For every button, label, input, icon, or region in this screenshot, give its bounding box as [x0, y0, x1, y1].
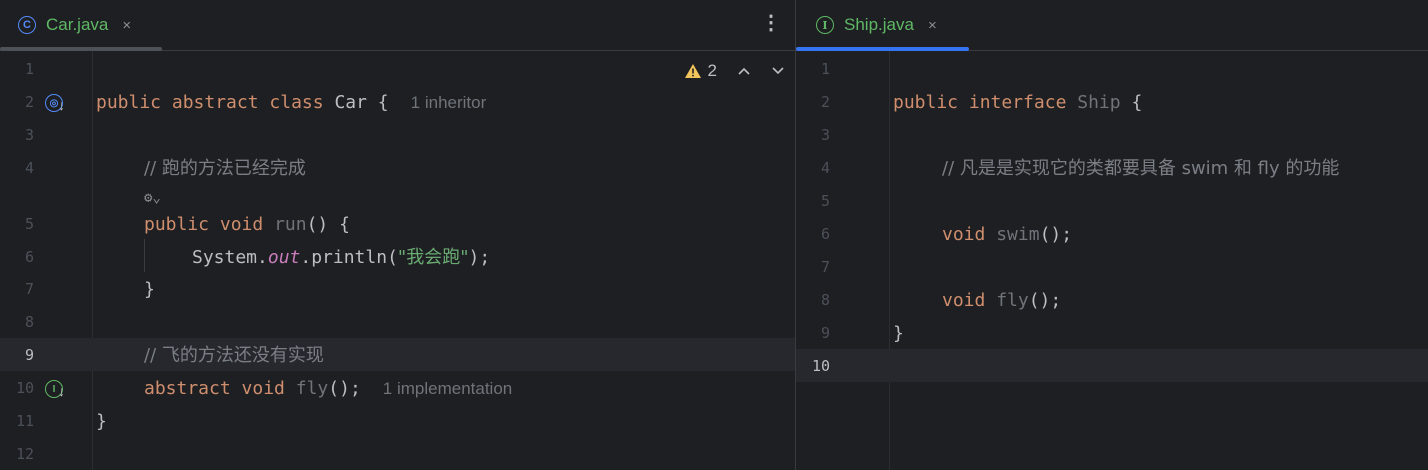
comment: // 凡是是实现它的类都要具备 swim 和 fly 的功能: [942, 158, 1340, 179]
punct: ();: [328, 378, 361, 399]
code-line-2: public abstract class Car {1 inheritor: [96, 86, 486, 119]
comment: // 飞的方法还没有实现: [144, 345, 324, 366]
implementation-hint[interactable]: 1 implementation: [383, 379, 512, 398]
more-options-icon[interactable]: ⋮: [761, 12, 781, 34]
line-number: 2: [820, 93, 830, 111]
code-line-9: // 飞的方法还没有实现: [144, 339, 324, 372]
keyword: void: [219, 214, 264, 235]
keyword: void: [942, 224, 986, 245]
code-line-2: public interface Ship {: [893, 86, 1142, 119]
line-number: 5: [820, 192, 830, 210]
code-line-6: System.out.println("我会跑");: [192, 241, 490, 274]
code-editor-right[interactable]: 1 2 3 4 5 6 7 8 9 10 public interface Sh…: [796, 51, 1428, 470]
method-name: swim: [996, 224, 1040, 245]
class-name: Car: [323, 92, 367, 113]
brace: {: [1120, 92, 1143, 113]
line-number: 3: [820, 126, 830, 144]
tab-label: Ship.java: [844, 15, 914, 34]
line-number: 2: [24, 93, 34, 111]
interface-name: Ship: [1066, 92, 1121, 113]
keyword: interface: [968, 92, 1067, 113]
tab-label: Car.java: [46, 15, 109, 34]
warning-count: 2: [707, 61, 717, 80]
tab-bar-right: I Ship.java ×: [796, 0, 1428, 51]
interface-icon: I: [816, 16, 834, 34]
gutter-separator: [889, 51, 890, 470]
string-literal: "我会跑": [397, 247, 469, 268]
tab-car-java[interactable]: C Car.java ×: [18, 0, 131, 50]
code-line-7: }: [144, 273, 155, 306]
line-number: 6: [24, 248, 34, 266]
close-icon[interactable]: ×: [928, 17, 937, 34]
warning-icon: [684, 64, 701, 78]
code-line-9: }: [893, 317, 904, 350]
line-number: 6: [820, 225, 830, 243]
punct: ();: [1039, 224, 1073, 245]
keyword: void: [241, 378, 285, 399]
keyword: abstract: [171, 92, 259, 113]
line-number: 9: [820, 324, 830, 342]
keyword: public: [144, 214, 210, 235]
punct: ();: [1028, 290, 1062, 311]
line-number: 8: [24, 313, 34, 331]
current-line-highlight: [0, 338, 795, 371]
method-name: fly: [295, 378, 329, 399]
line-number: 3: [24, 126, 34, 144]
editor-pane-car[interactable]: C Car.java × ⋮ 2 1 2 3 4 5 6 7 8 9 10 11…: [0, 0, 795, 470]
code-line-4: // 跑的方法已经完成: [144, 152, 306, 185]
comment: // 跑的方法已经完成: [144, 158, 306, 179]
method-name: fly: [996, 290, 1029, 311]
editor-pane-ship[interactable]: I Ship.java × 1 2 3 4 5 6 7 8 9 10 publi…: [796, 0, 1428, 470]
line-number: 4: [820, 159, 830, 177]
chevron-down-icon[interactable]: [771, 66, 785, 76]
gutter-separator: [92, 51, 93, 470]
line-number: 7: [820, 258, 830, 276]
line-number: 7: [24, 280, 34, 298]
code-line-6: void swim();: [942, 218, 1072, 251]
line-number: 10: [811, 357, 830, 375]
code-editor-left[interactable]: 2 1 2 3 4 5 6 7 8 9 10 11 12 ◎ ↓ I ↓ pub…: [0, 51, 795, 470]
inspection-widget[interactable]: 2: [684, 61, 785, 81]
code-line-5: public void run() {: [144, 208, 350, 241]
indent-guide: [144, 239, 145, 272]
code-line-4: // 凡是是实现它的类都要具备 swim 和 fly 的功能: [942, 152, 1339, 185]
keyword: void: [942, 290, 986, 311]
arrow-down-icon: ↓: [58, 97, 65, 113]
keyword: public: [893, 92, 959, 113]
keyword: class: [269, 92, 324, 113]
line-number: 10: [15, 379, 34, 397]
line-number: 1: [24, 60, 34, 78]
inheritor-hint[interactable]: 1 inheritor: [411, 93, 487, 112]
keyword: public: [96, 92, 162, 113]
code-line-11: }: [96, 405, 107, 438]
line-number: 12: [15, 445, 34, 463]
method-name: run: [274, 214, 307, 235]
tab-bar-left: C Car.java × ⋮: [0, 0, 795, 51]
current-line-highlight: [796, 349, 1428, 382]
brace: }: [144, 279, 155, 300]
line-number: 11: [15, 412, 34, 430]
method-call: .println(: [300, 247, 398, 268]
tab-ship-java[interactable]: I Ship.java ×: [816, 0, 937, 50]
close-icon[interactable]: ×: [122, 17, 131, 34]
chevron-up-icon[interactable]: [737, 66, 751, 76]
line-number: 5: [24, 215, 34, 233]
punct: () {: [306, 214, 350, 235]
keyword: abstract: [144, 378, 231, 399]
punct: );: [468, 247, 491, 268]
arrow-down-icon: ↓: [58, 383, 65, 399]
system-ref: System.: [192, 247, 268, 268]
line-number: 1: [820, 60, 830, 78]
line-number: 8: [820, 291, 830, 309]
class-icon: C: [18, 16, 36, 34]
code-line-10: abstract void fly(); 1 implementation: [144, 372, 512, 405]
brace: {: [366, 92, 389, 113]
brace: }: [893, 323, 904, 344]
code-line-8: void fly();: [942, 284, 1061, 317]
line-number: 9: [24, 346, 34, 364]
line-number: 4: [24, 159, 34, 177]
brace: }: [96, 411, 107, 432]
static-field: out: [267, 247, 301, 268]
